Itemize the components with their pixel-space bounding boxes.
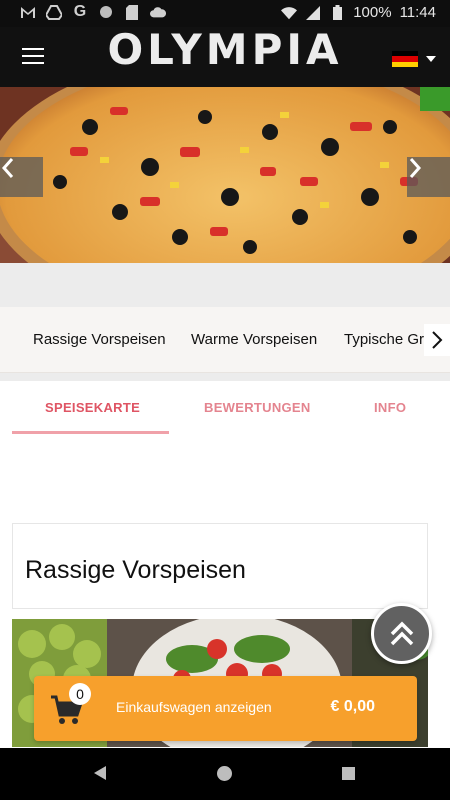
double-chevron-up-icon [390,621,413,645]
recents-icon[interactable] [342,767,355,780]
app-screen: G 100% 11:44 OLYMPIA Rassige Vorspeisen … [0,0,450,800]
gmail-icon [20,4,36,20]
carousel-next-button[interactable] [407,157,450,197]
status-bar: G 100% 11:44 [0,0,450,27]
active-tab-indicator [12,431,169,434]
language-selector[interactable] [392,51,436,67]
view-cart-button[interactable]: 0 Einkaufswagen anzeigen € 0,00 [34,676,417,741]
chevron-down-icon [426,56,436,62]
germany-flag-icon [392,51,418,67]
section-title: Rassige Vorspeisen [25,556,246,584]
tab-speisekarte[interactable]: SPEISEKARTE [45,400,140,415]
sd-card-icon [124,4,140,20]
signal-icon [305,5,321,21]
tab-bewertungen[interactable]: BEWERTUNGEN [204,400,311,415]
category-warme-vorspeisen[interactable]: Warme Vorspeisen [191,331,317,348]
main-tabs: SPEISEKARTE BEWERTUNGEN INFO [0,381,450,435]
brand-logo: OLYMPIA [107,25,343,74]
category-next-button[interactable] [424,324,450,356]
battery-icon [329,5,345,21]
wifi-icon [281,5,298,21]
system-nav-bar [0,748,450,800]
cloud-icon [150,4,166,20]
cart-count-badge: 0 [69,683,91,705]
category-section-header: Rassige Vorspeisen [12,523,428,609]
cart-total: € 0,00 [330,698,375,715]
drive-icon [46,4,62,20]
chevron-left-icon [1,158,14,178]
clock: 11:44 [399,4,436,21]
cart-label: Einkaufswagen anzeigen [116,699,272,715]
scroll-to-top-button[interactable] [371,603,432,664]
carousel-prev-button[interactable] [0,157,43,197]
circle-icon [98,4,114,20]
tab-info[interactable]: INFO [374,400,406,415]
pizza-image [0,87,450,263]
category-scroller: Rassige Vorspeisen Warme Vorspeisen Typi… [0,307,450,373]
chevron-right-icon [409,158,422,178]
hero-carousel [0,87,450,263]
chevron-right-icon [432,331,443,349]
category-typische-gri[interactable]: Typische Gri [344,331,427,348]
status-bar-notifications: G [20,3,166,20]
spacer [0,263,450,307]
battery-percent: 100% [353,4,392,21]
divider [0,373,450,381]
app-header: OLYMPIA [0,27,450,87]
back-icon[interactable] [94,766,106,780]
category-rassige-vorspeisen[interactable]: Rassige Vorspeisen [33,331,166,348]
home-icon[interactable] [217,766,232,781]
google-icon: G [73,3,87,20]
status-bar-system: 100% 11:44 [281,4,436,21]
